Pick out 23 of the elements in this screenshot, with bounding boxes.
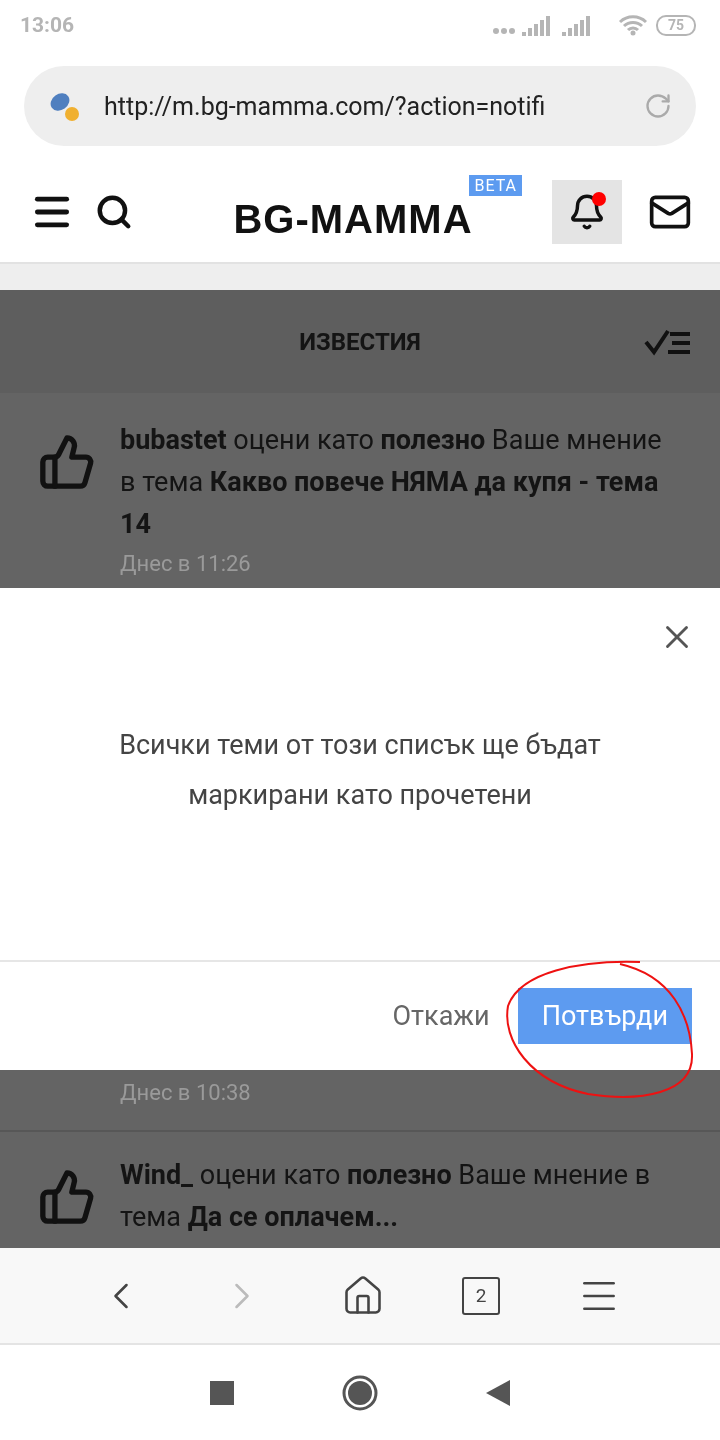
search-icon (95, 193, 133, 231)
mark-all-read-icon[interactable] (644, 328, 692, 356)
notification-text: bubastet оцени като полезно Ваше мнение в тема Какво повече НЯМА да купя - тема 14 (120, 424, 662, 540)
recents-button[interactable] (210, 1380, 234, 1405)
dialog-message: Всички теми от този списък ще бъдат маркирани като прочетени (118, 728, 602, 813)
url-text: http://m.bg-mamma.com/?action=notifi (104, 91, 547, 121)
notification-item[interactable]: Wind_ оцени като полезно Ваше мнение в тема Да се оплачем... (0, 1132, 720, 1248)
site-logo[interactable]: BG-MAMMA (233, 196, 473, 242)
url-bar[interactable]: http://m.bg-mamma.com/?action=notifi (24, 66, 696, 146)
home-circle-button[interactable] (342, 1374, 378, 1411)
thumbs-up-icon (38, 1168, 96, 1226)
back-triangle-button[interactable] (486, 1379, 510, 1406)
bell-icon (568, 193, 606, 231)
thumbs-up-icon (38, 433, 96, 491)
cancel-button[interactable]: Откажи (392, 992, 490, 1040)
beta-badge: BETA (469, 174, 522, 196)
section-title: ИЗВЕСТИЯ (299, 327, 421, 356)
battery-indicator: 75 (655, 14, 696, 36)
status-time: 13:06 (20, 13, 75, 37)
notifications-button[interactable] (552, 180, 622, 244)
wifi-icon (617, 14, 648, 36)
tabs-button[interactable]: 2 (462, 1276, 501, 1315)
notification-text: Wind_ оцени като полезно Ваше мнение в тема Да се оплачем... (120, 1159, 651, 1233)
